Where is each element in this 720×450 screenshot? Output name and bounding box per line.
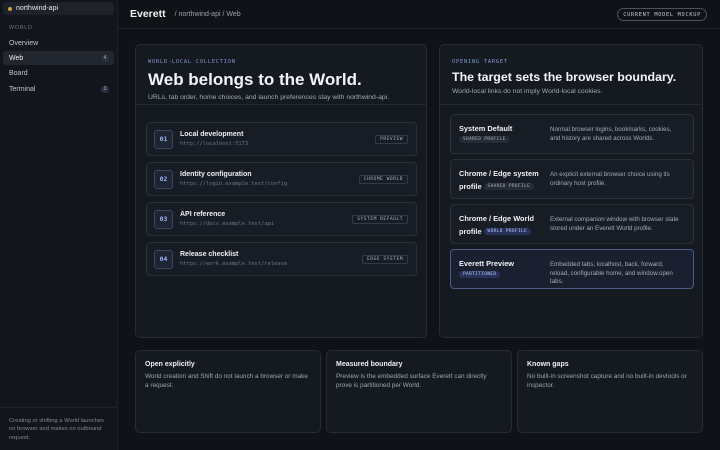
sidebar-item-label: Web	[9, 54, 24, 62]
sidebar-section-label: WORLD	[9, 25, 33, 31]
sidebar-item-label: Overview	[9, 39, 39, 47]
sidebar: northwind-api WORLD Overview Web 4 Board…	[0, 0, 118, 450]
target-option-chrome-edge-system[interactable]: Chrome / Edge system profile SHARED PROF…	[450, 159, 694, 199]
target-tag: CHROME WORLD	[358, 175, 408, 184]
breadcrumb: / northwind-api / Web	[174, 10, 241, 18]
target-tag: EDGE SYSTEM	[362, 255, 408, 264]
panel-title: The target sets the browser boundary.	[452, 70, 677, 84]
sidebar-item-board[interactable]: Board	[3, 67, 114, 81]
panel-header: OPENING TARGET The target sets the brows…	[440, 45, 702, 105]
sidebar-item-terminal[interactable]: Terminal 3	[3, 82, 114, 96]
section-eyebrow: WORLD-LOCAL COLLECTION	[148, 59, 236, 65]
panel-subtitle: URLs, tab order, home choices, and launc…	[148, 94, 390, 101]
link-url: https://login.example.test/config	[180, 181, 288, 187]
note-title: Measured boundary	[336, 361, 403, 368]
sidebar-footer-note: Creating or shifting a World launches no…	[0, 407, 117, 442]
sidebar-item-label: Terminal	[9, 85, 36, 93]
link-item-identity-configuration[interactable]: 02 Identity configuration https://login.…	[146, 162, 417, 196]
link-index: 03	[154, 209, 173, 229]
link-item-local-development[interactable]: 01 Local development http://localhost:51…	[146, 122, 417, 156]
link-list: 01 Local development http://localhost:51…	[146, 122, 417, 282]
top-bar: Everett / northwind-api / Web CURRENT MO…	[118, 0, 720, 29]
note-card-measured-boundary: Measured boundary Preview is the embedde…	[326, 350, 512, 433]
note-card-open-explicitly: Open explicitly World creation and Shift…	[135, 350, 321, 433]
note-card-known-gaps: Known gaps No built-in screenshot captur…	[517, 350, 703, 433]
link-title: API reference	[180, 211, 226, 218]
link-index: 02	[154, 169, 173, 189]
note-text: Preview is the embedded surface Everett …	[336, 373, 487, 389]
count-badge: 3	[101, 85, 109, 93]
mockup-badge: CURRENT MODEL MOCKUP	[617, 8, 707, 21]
panel-subtitle: World-local links do not imply World-loc…	[452, 88, 603, 95]
profile-pill: PARTITIONED	[459, 270, 501, 278]
sidebar-nav: Overview Web 4 Board Terminal 3	[3, 36, 114, 98]
sidebar-item-label: Board	[9, 70, 28, 78]
link-item-release-checklist[interactable]: 04 Release checklist https://work.exampl…	[146, 242, 417, 276]
target-options: System Default SHARED PROFILE Normal bro…	[450, 114, 694, 294]
note-text: No built-in screenshot capture and no bu…	[527, 373, 687, 389]
target-option-everett-preview[interactable]: Everett Preview PARTITIONED Embedded tab…	[450, 249, 694, 289]
profile-pill: SHARED PROFILE	[483, 182, 535, 191]
note-title: Open explicitly	[145, 361, 195, 368]
link-url: http://localhost:5173	[180, 141, 249, 147]
panel-header: WORLD-LOCAL COLLECTION Web belongs to th…	[136, 45, 426, 105]
workspace-switcher[interactable]: northwind-api	[3, 2, 114, 15]
target-tag: SYSTEM DEFAULT	[352, 215, 408, 224]
world-collection-panel: WORLD-LOCAL COLLECTION Web belongs to th…	[135, 44, 427, 338]
section-eyebrow: OPENING TARGET	[452, 59, 508, 65]
link-url: https://work.example.test/release	[180, 261, 288, 267]
link-item-api-reference[interactable]: 03 API reference https://docs.example.te…	[146, 202, 417, 236]
target-description: An explicit external browser choice usin…	[550, 171, 670, 187]
target-option-chrome-edge-world[interactable]: Chrome / Edge World profile WORLD PROFIL…	[450, 204, 694, 244]
app-title: Everett	[130, 8, 166, 20]
target-description: External companion window with browser s…	[550, 216, 679, 232]
target-description: Normal browser logins, bookmarks, cookie…	[550, 126, 672, 142]
link-url: https://docs.example.test/api	[180, 221, 275, 227]
note-text: World creation and Shift do not launch a…	[145, 373, 308, 389]
sidebar-item-overview[interactable]: Overview	[3, 36, 114, 50]
link-title: Release checklist	[180, 251, 239, 258]
target-tag: PREVIEW	[375, 135, 408, 144]
link-title: Local development	[180, 131, 244, 138]
profile-pill: SHARED PROFILE	[459, 135, 510, 143]
page-title: Web belongs to the World.	[148, 70, 362, 89]
link-index: 01	[154, 129, 173, 149]
target-description: Embedded tabs, localhost, back, forward,…	[550, 261, 673, 286]
note-title: Known gaps	[527, 361, 569, 368]
link-title: Identity configuration	[180, 171, 252, 178]
profile-pill: WORLD PROFILE	[483, 227, 532, 236]
link-index: 04	[154, 249, 173, 269]
target-option-system-default[interactable]: System Default SHARED PROFILE Normal bro…	[450, 114, 694, 154]
workspace-name: northwind-api	[16, 5, 59, 12]
sidebar-item-web[interactable]: Web 4	[3, 51, 114, 66]
target-name: Everett Preview	[459, 259, 515, 268]
count-badge: 4	[101, 54, 109, 62]
opening-target-panel: OPENING TARGET The target sets the brows…	[439, 44, 703, 338]
target-name: System Default	[459, 124, 513, 133]
workspace-status-dot	[8, 6, 12, 11]
